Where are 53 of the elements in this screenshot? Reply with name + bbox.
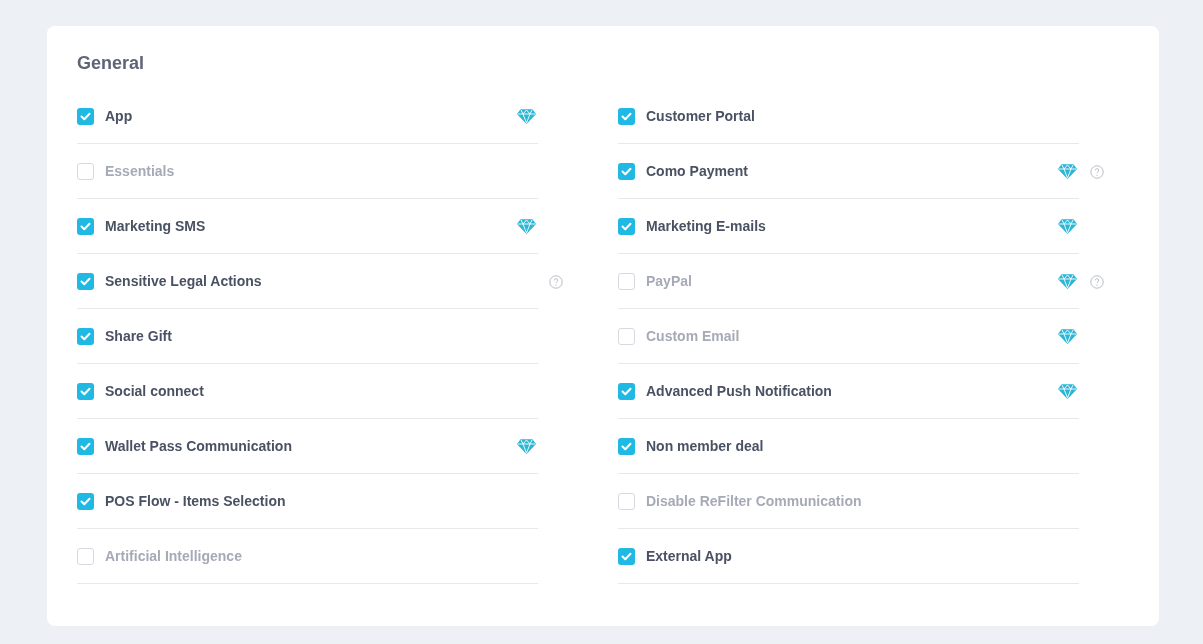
checkbox[interactable] xyxy=(618,382,635,400)
option-label: Share Gift xyxy=(105,326,172,346)
checkbox[interactable] xyxy=(77,272,94,290)
checkbox[interactable] xyxy=(618,107,635,125)
help-icon[interactable] xyxy=(1090,274,1104,289)
option-label: Customer Portal xyxy=(646,106,755,126)
check-icon xyxy=(80,496,91,506)
option-label: Essentials xyxy=(105,161,175,181)
option-label: Sensitive Legal Actions xyxy=(105,271,262,291)
checkbox[interactable] xyxy=(77,217,94,235)
option-label: Artificial Intelligence xyxy=(105,546,242,566)
check-icon xyxy=(80,276,91,286)
checkbox[interactable] xyxy=(618,327,635,345)
option-label: Social connect xyxy=(105,381,204,401)
option-label: Marketing E-mails xyxy=(646,216,766,236)
check-icon xyxy=(80,221,91,231)
checkbox[interactable] xyxy=(77,492,94,510)
check-icon xyxy=(621,221,632,231)
checkbox[interactable] xyxy=(618,272,635,290)
checkbox[interactable] xyxy=(618,217,635,235)
checkbox[interactable] xyxy=(77,162,94,180)
option-label: PayPal xyxy=(646,271,692,291)
check-icon xyxy=(80,441,91,451)
checkbox[interactable] xyxy=(77,547,94,565)
check-icon xyxy=(621,441,632,451)
option-label: Como Payment xyxy=(646,161,748,181)
check-icon xyxy=(80,386,91,396)
check-icon xyxy=(80,331,91,341)
checkbox[interactable] xyxy=(77,437,94,455)
checkbox[interactable] xyxy=(77,107,94,125)
checkbox[interactable] xyxy=(618,547,635,565)
option-label: Disable ReFilter Communication xyxy=(646,491,862,511)
check-icon xyxy=(621,551,632,561)
option-label: Custom Email xyxy=(646,326,740,346)
option-label: Marketing SMS xyxy=(105,216,206,236)
check-icon xyxy=(621,166,632,176)
checkbox[interactable] xyxy=(77,382,94,400)
help-icon[interactable] xyxy=(549,274,563,289)
option-label: Advanced Push Notification xyxy=(646,381,832,401)
option-label: External App xyxy=(646,546,732,566)
option-label: Wallet Pass Communication xyxy=(105,436,292,456)
section-title: General xyxy=(77,52,146,75)
checkbox[interactable] xyxy=(77,327,94,345)
option-label: App xyxy=(105,106,133,126)
checkbox[interactable] xyxy=(618,492,635,510)
check-icon xyxy=(621,386,632,396)
check-icon xyxy=(80,111,91,121)
checkbox[interactable] xyxy=(618,162,635,180)
check-icon xyxy=(621,111,632,121)
option-label: POS Flow - Items Selection xyxy=(105,491,286,511)
option-label: Non member deal xyxy=(646,436,764,456)
checkbox[interactable] xyxy=(618,437,635,455)
help-icon[interactable] xyxy=(1090,164,1104,179)
